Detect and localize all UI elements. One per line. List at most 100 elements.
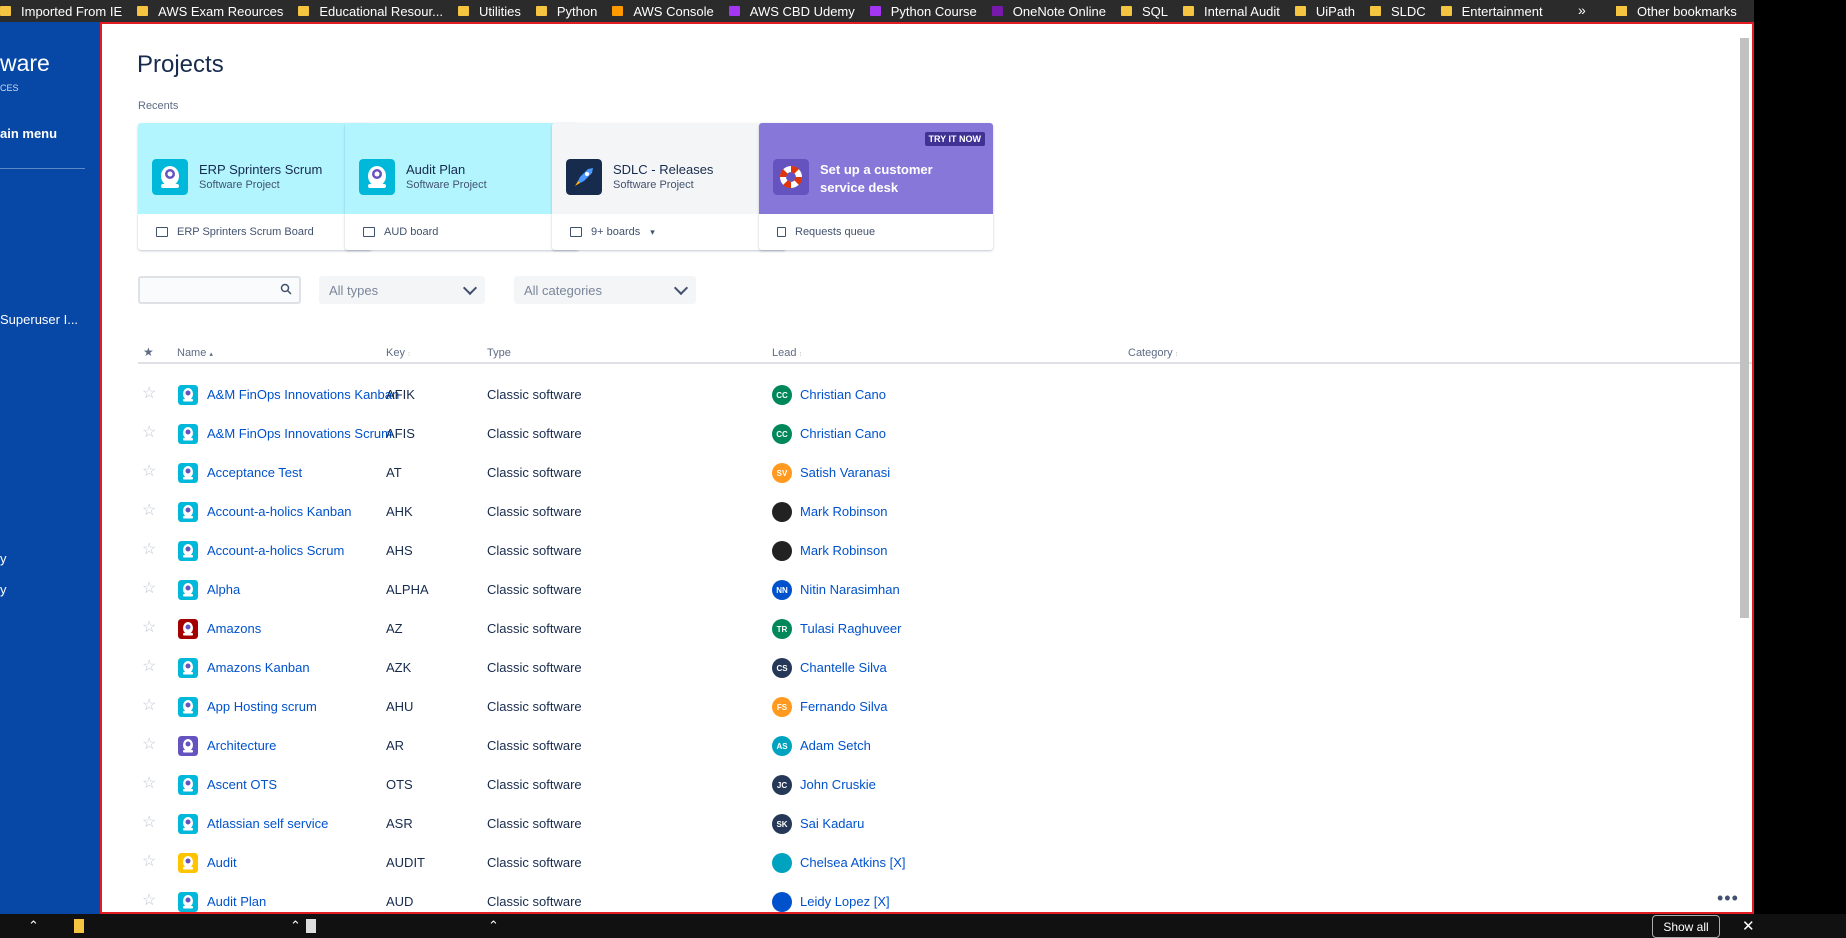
bookmark-item[interactable]: OneNote Online	[991, 4, 1121, 19]
project-row[interactable]: ☆ Ascent OTS OTS Classic software JC John Cru…	[138, 766, 1752, 804]
star-icon[interactable]: ☆	[142, 854, 156, 870]
project-row[interactable]: ☆ Amazons Kanban AZK Classic software CS Chan…	[138, 649, 1752, 687]
bookmark-item[interactable]: AWS CBD Udemy	[728, 4, 870, 19]
star-icon[interactable]: ☆	[142, 659, 156, 675]
star-icon[interactable]: ☆	[142, 737, 156, 753]
project-name-link[interactable]: Audit Plan	[207, 894, 266, 909]
project-row[interactable]: ☆ Alpha ALPHA Classic software NN Nitin Naras…	[138, 571, 1752, 609]
close-icon[interactable]: ✕	[1742, 917, 1755, 935]
bookmark-item[interactable]: SQL	[1121, 4, 1183, 19]
project-row[interactable]: ☆ A&M FinOps Innovations Kanban AFIK Classi…	[138, 376, 1752, 414]
project-name-link[interactable]: Acceptance Test	[207, 465, 302, 480]
sidebar-item-b[interactable]: y	[0, 582, 7, 597]
recent-project-card[interactable]: SDLC - Releases Software Project 9+ boar…	[552, 123, 786, 250]
bookmark-item[interactable]: Entertainment	[1440, 4, 1558, 19]
file-icon[interactable]	[74, 919, 84, 933]
project-name-link[interactable]: Ascent OTS	[207, 777, 277, 792]
project-lead-link[interactable]: Christian Cano	[800, 426, 886, 441]
vertical-scrollbar[interactable]	[1739, 26, 1750, 912]
star-icon[interactable]: ☆	[142, 425, 156, 441]
project-type-select[interactable]: All types	[319, 276, 485, 304]
bookmark-item[interactable]: Utilities	[457, 4, 536, 19]
project-row[interactable]: ☆ Audit Plan AUD Classic software Leidy Lope…	[138, 883, 1752, 912]
project-category-select[interactable]: All categories	[514, 276, 696, 304]
category-column-header[interactable]: Category ⁝	[1128, 347, 1178, 359]
recent-project-card[interactable]: Audit Plan Software Project AUD board	[345, 123, 579, 250]
project-name-link[interactable]: A&M FinOps Innovations Scrum	[207, 426, 392, 441]
chevron-up-icon[interactable]: ⌃	[488, 918, 499, 934]
star-icon[interactable]: ☆	[142, 620, 156, 636]
project-name-link[interactable]: Account-a-holics Kanban	[207, 504, 352, 519]
project-row[interactable]: ☆ A&M FinOps Innovations Scrum AFIS Classic…	[138, 415, 1752, 453]
project-name-link[interactable]: A&M FinOps Innovations Kanban	[207, 387, 399, 402]
service-desk-promo-card[interactable]: TRY IT NOW Set up a customer service des…	[759, 123, 993, 250]
star-icon[interactable]: ☆	[142, 893, 156, 909]
project-row[interactable]: ☆ Account-a-holics Scrum AHS Classic softwa…	[138, 532, 1752, 570]
star-icon[interactable]: ☆	[142, 542, 156, 558]
bookmark-item[interactable]: Python Course	[869, 4, 992, 19]
project-lead-link[interactable]: Leidy Lopez [X]	[800, 894, 890, 909]
recent-project-card[interactable]: ERP Sprinters Scrum Software Project ERP…	[138, 123, 372, 250]
sidebar-main-menu-link[interactable]: ain menu	[0, 126, 57, 141]
project-lead-link[interactable]: John Cruskie	[800, 777, 876, 792]
project-name-link[interactable]: Audit	[207, 855, 237, 870]
more-actions-button[interactable]: •••	[1717, 888, 1739, 909]
project-lead-link[interactable]: Christian Cano	[800, 387, 886, 402]
bookmark-item[interactable]: SLDC	[1369, 4, 1441, 19]
project-name-link[interactable]: Atlassian self service	[207, 816, 328, 831]
project-name-link[interactable]: Account-a-holics Scrum	[207, 543, 344, 558]
project-name-link[interactable]: App Hosting scrum	[207, 699, 317, 714]
lead-column-header[interactable]: Lead ⁝	[772, 347, 801, 359]
project-search-input[interactable]	[138, 276, 301, 304]
bookmark-item[interactable]: Educational Resour...	[298, 4, 458, 19]
project-row[interactable]: ☆ Acceptance Test AT Classic software SV Sati…	[138, 454, 1752, 492]
bookmark-item[interactable]: UiPath	[1294, 4, 1370, 19]
star-icon[interactable]: ☆	[142, 386, 156, 402]
project-row[interactable]: ☆ Amazons AZ Classic software TR Tulasi Raghu…	[138, 610, 1752, 648]
project-row[interactable]: ☆ Architecture AR Classic software AS Adam Se…	[138, 727, 1752, 765]
bookmark-item[interactable]: AWS Console	[612, 4, 728, 19]
card-boards-dropdown[interactable]: 9+ boards ▾	[552, 214, 786, 250]
project-lead-link[interactable]: Sai Kadaru	[800, 816, 864, 831]
other-bookmarks-folder[interactable]: Other bookmarks	[1616, 0, 1737, 22]
document-icon[interactable]	[306, 919, 316, 933]
project-lead-link[interactable]: Tulasi Raghuveer	[800, 621, 901, 636]
project-row[interactable]: ☆ App Hosting scrum AHU Classic software FS F…	[138, 688, 1752, 726]
bookmarks-overflow-button[interactable]: »	[1578, 2, 1586, 18]
scrollbar-thumb[interactable]	[1740, 38, 1749, 618]
sidebar-item-a[interactable]: y	[0, 551, 7, 566]
key-column-header[interactable]: Key ⁝	[386, 347, 410, 359]
show-all-downloads-button[interactable]: Show all	[1652, 915, 1720, 938]
project-name-link[interactable]: Amazons Kanban	[207, 660, 310, 675]
card-board-link[interactable]: AUD board	[345, 214, 579, 250]
project-name-link[interactable]: Architecture	[207, 738, 276, 753]
bookmark-item[interactable]: AWS Exam Reources	[137, 4, 298, 19]
project-lead-link[interactable]: Mark Robinson	[800, 543, 887, 558]
star-icon[interactable]: ☆	[142, 698, 156, 714]
project-lead-link[interactable]: Fernando Silva	[800, 699, 887, 714]
star-icon[interactable]: ☆	[142, 464, 156, 480]
starred-column-icon[interactable]: ★	[143, 345, 154, 359]
project-lead-link[interactable]: Nitin Narasimhan	[800, 582, 900, 597]
bookmark-item[interactable]: Internal Audit	[1183, 4, 1295, 19]
project-row[interactable]: ☆ Atlassian self service ASR Classic softwa…	[138, 805, 1752, 843]
project-name-link[interactable]: Alpha	[207, 582, 240, 597]
project-row[interactable]: ☆ Audit AUDIT Classic software Chelsea Atkin…	[138, 844, 1752, 882]
project-lead-link[interactable]: Chantelle Silva	[800, 660, 887, 675]
project-lead-link[interactable]: Adam Setch	[800, 738, 871, 753]
chevron-up-icon[interactable]: ⌃	[290, 918, 301, 934]
project-lead-link[interactable]: Chelsea Atkins [X]	[800, 855, 906, 870]
star-icon[interactable]: ☆	[142, 581, 156, 597]
card-board-link[interactable]: ERP Sprinters Scrum Board	[138, 214, 372, 250]
bookmark-item[interactable]: Imported From IE	[0, 4, 137, 19]
name-column-header[interactable]: Name ▴	[177, 347, 213, 359]
star-icon[interactable]: ☆	[142, 776, 156, 792]
chevron-up-icon[interactable]: ⌃	[28, 918, 39, 934]
project-name-link[interactable]: Amazons	[207, 621, 261, 636]
star-icon[interactable]: ☆	[142, 815, 156, 831]
star-icon[interactable]: ☆	[142, 503, 156, 519]
sidebar-item-superuser[interactable]: Superuser I...	[0, 312, 78, 327]
bookmark-item[interactable]: Python	[535, 4, 612, 19]
project-lead-link[interactable]: Satish Varanasi	[800, 465, 890, 480]
project-row[interactable]: ☆ Account-a-holics Kanban AHK Classic softw…	[138, 493, 1752, 531]
